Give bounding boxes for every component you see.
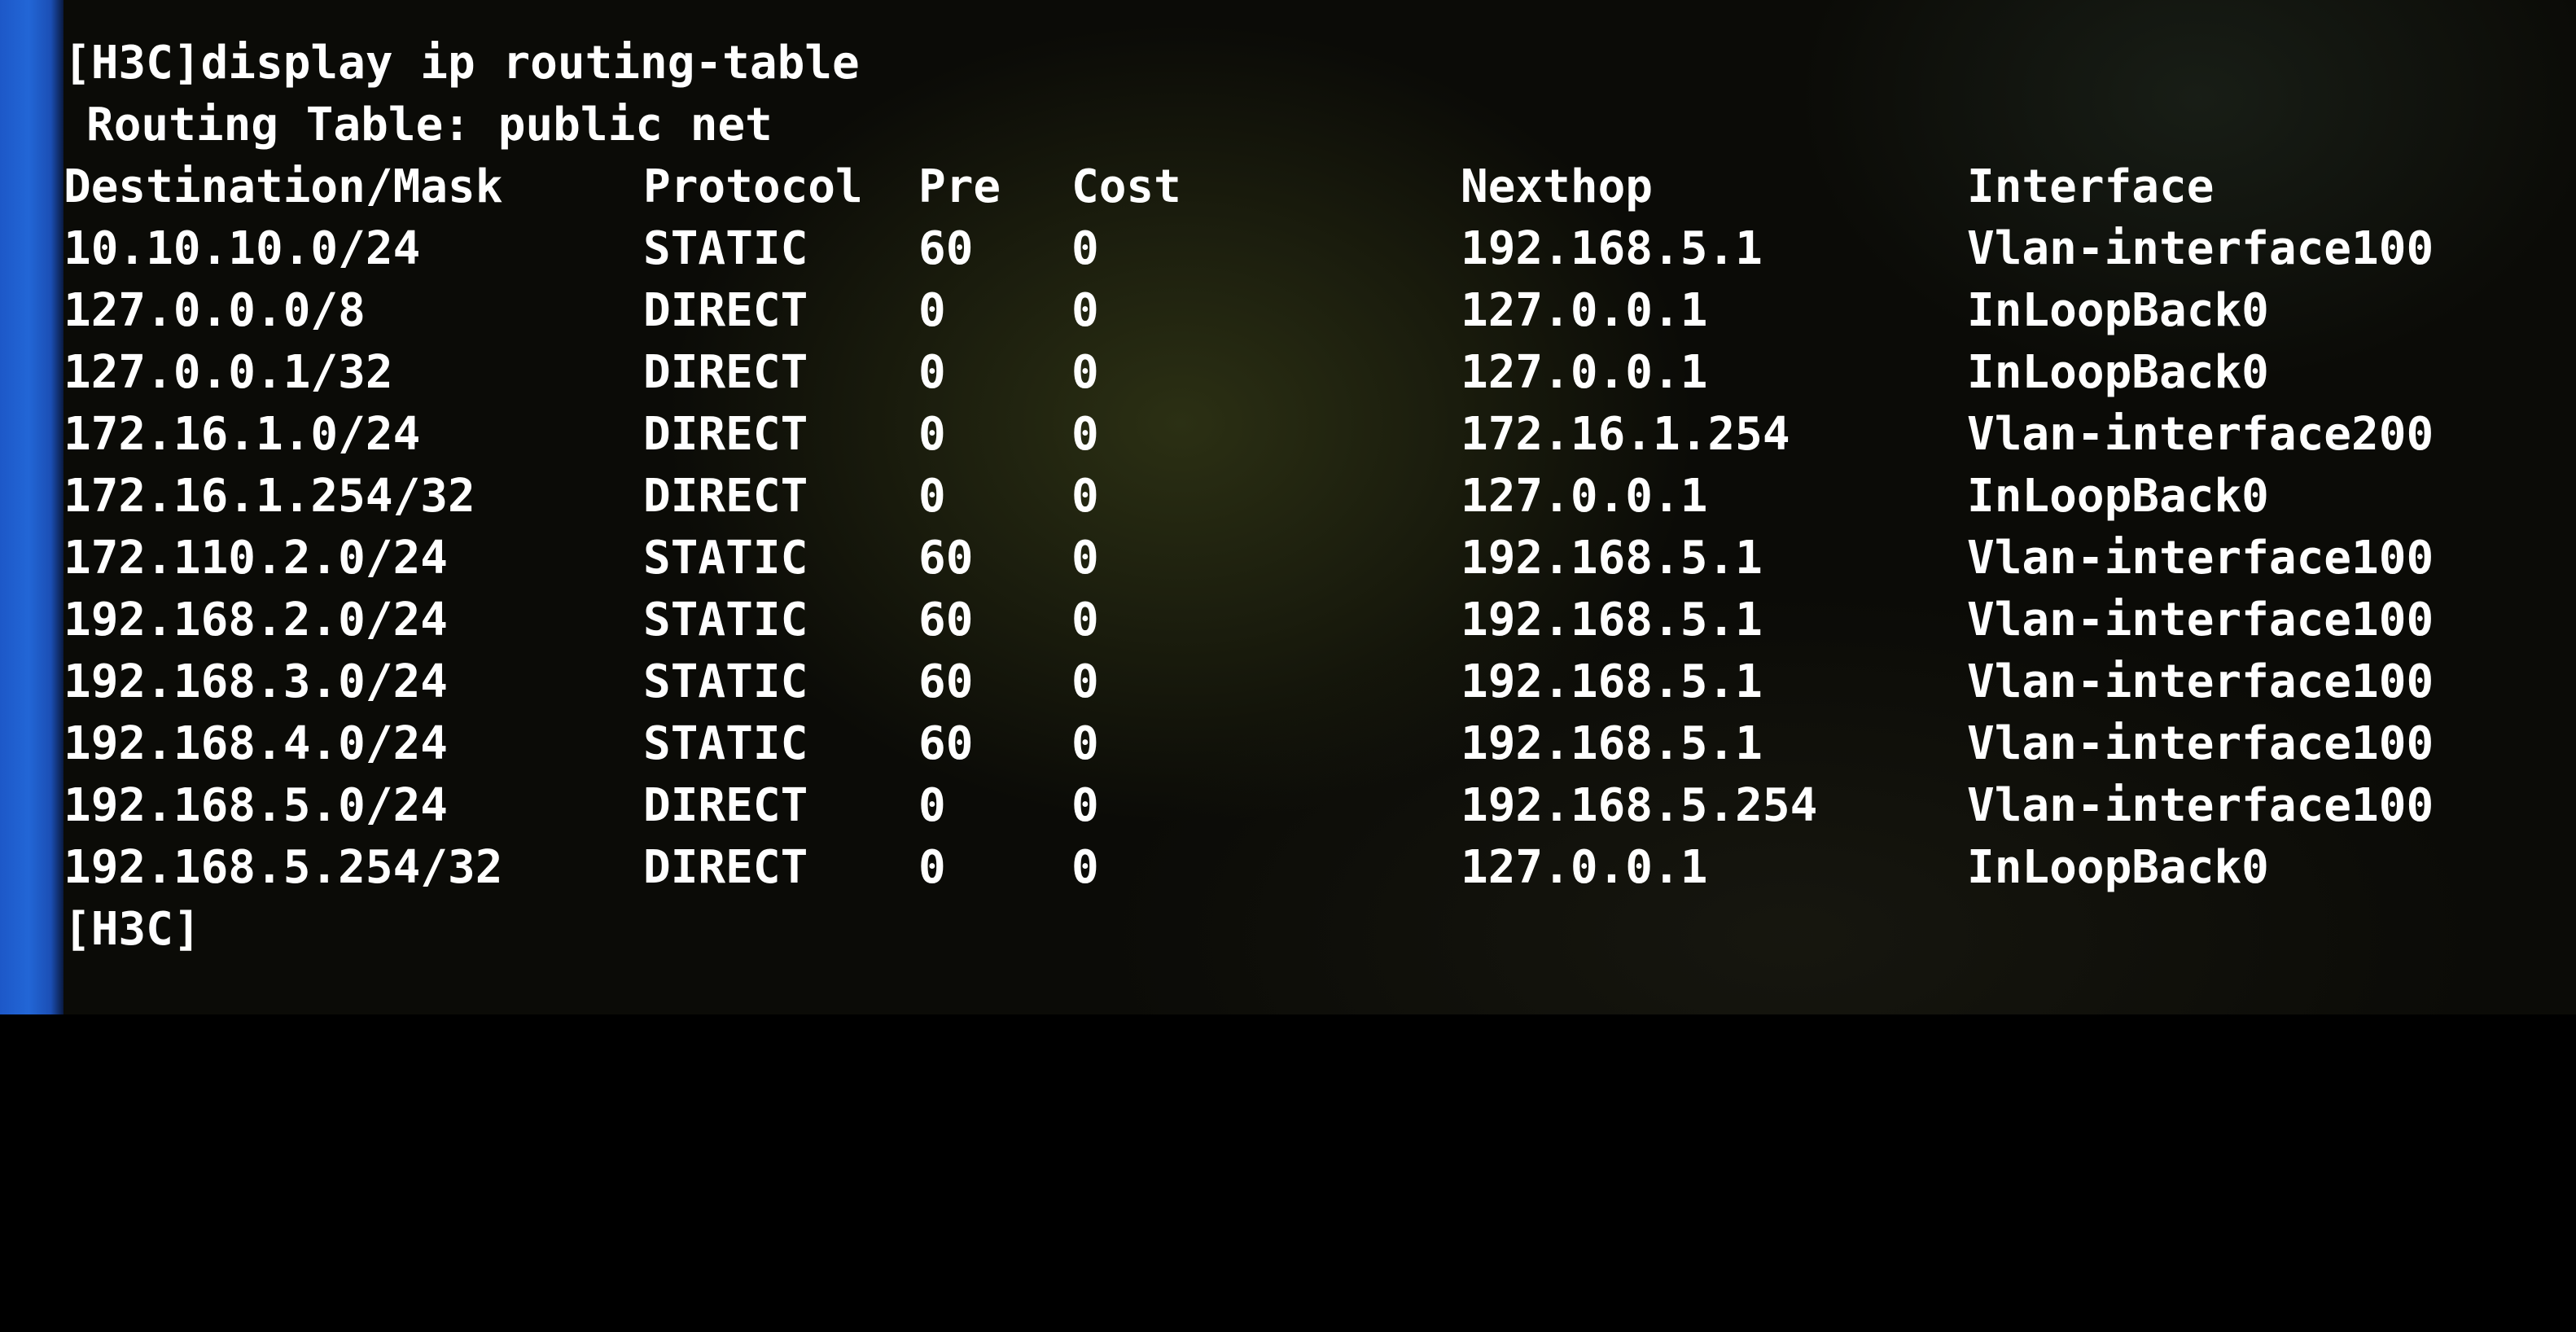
table-title: Routing Table: public net [86,99,773,151]
cell-interface: InLoopBack0 [1967,284,2269,337]
cell-pre: 60 [918,717,974,770]
cell-cost: 0 [1071,346,1099,399]
cell-interface: InLoopBack0 [1967,470,2269,523]
cell-pre: 60 [918,655,974,708]
cell-destination: 172.16.1.0/24 [64,408,421,461]
cell-interface: Vlan-interface100 [1967,222,2434,275]
cell-cost: 0 [1071,779,1099,832]
cell-nexthop: 127.0.0.1 [1461,284,1708,337]
command-prompt[interactable]: [H3C] [64,899,2539,961]
cell-destination: 10.10.10.0/24 [64,222,421,275]
cell-pre: 60 [918,594,974,646]
cell-destination: 192.168.2.0/24 [64,594,449,646]
table-row: 192.168.2.0/24 STATIC 60 0 192.168.5.1 V… [64,589,2539,651]
cell-protocol: DIRECT [643,470,808,523]
cell-destination: 192.168.3.0/24 [64,655,449,708]
table-row: 192.168.5.0/24 DIRECT 0 0 192.168.5.254 … [64,775,2539,837]
cell-interface: Vlan-interface200 [1967,408,2434,461]
cell-interface: Vlan-interface100 [1967,594,2434,646]
cell-cost: 0 [1071,655,1099,708]
cell-pre: 60 [918,222,974,275]
cell-nexthop: 172.16.1.254 [1461,408,1790,461]
terminal-window[interactable]: [H3C]display ip routing-table Routing Ta… [64,33,2539,985]
cell-protocol: DIRECT [643,841,808,894]
cell-nexthop: 127.0.0.1 [1461,346,1708,399]
cell-cost: 0 [1071,284,1099,337]
cell-interface: Vlan-interface100 [1967,532,2434,585]
cell-pre: 0 [918,841,946,894]
cell-protocol: DIRECT [643,779,808,832]
cell-pre: 0 [918,284,946,337]
cell-destination: 192.168.4.0/24 [64,717,449,770]
cell-interface: Vlan-interface100 [1967,779,2434,832]
cell-destination: 127.0.0.1/32 [64,346,393,399]
table-row: 172.16.1.0/24 DIRECT 0 0 172.16.1.254 Vl… [64,404,2539,466]
table-row: 172.16.1.254/32 DIRECT 0 0 127.0.0.1 InL… [64,466,2539,528]
cell-cost: 0 [1071,594,1099,646]
cell-pre: 0 [918,408,946,461]
cell-cost: 0 [1071,408,1099,461]
cell-destination: 192.168.5.0/24 [64,779,449,832]
cell-nexthop: 192.168.5.1 [1461,655,1763,708]
cell-protocol: STATIC [643,717,808,770]
cell-nexthop: 192.168.5.1 [1461,717,1763,770]
header-interface: Interface [1967,160,2215,213]
table-row: 192.168.3.0/24 STATIC 60 0 192.168.5.1 V… [64,651,2539,713]
cell-nexthop: 192.168.5.1 [1461,532,1763,585]
cell-nexthop: 192.168.5.1 [1461,594,1763,646]
cell-cost: 0 [1071,532,1099,585]
table-row: 10.10.10.0/24 STATIC 60 0 192.168.5.1 Vl… [64,218,2539,280]
cell-destination: 192.168.5.254/32 [64,841,503,894]
cell-nexthop: 127.0.0.1 [1461,841,1708,894]
cell-interface: Vlan-interface100 [1967,717,2434,770]
cell-cost: 0 [1071,717,1099,770]
command-line: [H3C]display ip routing-table [64,37,860,90]
cell-protocol: STATIC [643,532,808,585]
header-pre: Pre [918,160,1001,213]
header-nexthop: Nexthop [1461,160,1654,213]
cell-destination: 172.16.1.254/32 [64,470,475,523]
cell-destination: 127.0.0.0/8 [64,284,366,337]
cell-nexthop: 192.168.5.1 [1461,222,1763,275]
header-protocol: Protocol [643,160,863,213]
cell-cost: 0 [1071,841,1099,894]
table-row: 127.0.0.0/8 DIRECT 0 0 127.0.0.1 InLoopB… [64,280,2539,342]
table-row: 192.168.4.0/24 STATIC 60 0 192.168.5.1 V… [64,713,2539,775]
cell-interface: InLoopBack0 [1967,346,2269,399]
table-row: 127.0.0.1/32 DIRECT 0 0 127.0.0.1 InLoop… [64,342,2539,404]
cell-protocol: DIRECT [643,284,808,337]
cell-nexthop: 192.168.5.254 [1461,779,1818,832]
cell-pre: 0 [918,346,946,399]
cell-protocol: DIRECT [643,408,808,461]
header-destination: Destination/Mask [64,160,503,213]
cell-pre: 60 [918,532,974,585]
cell-pre: 0 [918,779,946,832]
table-row: 172.110.2.0/24 STATIC 60 0 192.168.5.1 V… [64,528,2539,589]
cell-cost: 0 [1071,470,1099,523]
monitor-screen: [H3C]display ip routing-table Routing Ta… [0,0,2576,1014]
table-header-row: Destination/Mask Protocol Pre Cost Nexth… [64,156,2539,218]
cell-protocol: STATIC [643,594,808,646]
table-row: 192.168.5.254/32 DIRECT 0 0 127.0.0.1 In… [64,837,2539,899]
cell-protocol: DIRECT [643,346,808,399]
cell-protocol: STATIC [643,222,808,275]
cell-destination: 172.110.2.0/24 [64,532,449,585]
window-edge [0,0,64,1014]
header-cost: Cost [1071,160,1181,213]
cell-protocol: STATIC [643,655,808,708]
cell-cost: 0 [1071,222,1099,275]
cell-pre: 0 [918,470,946,523]
cell-interface: Vlan-interface100 [1967,655,2434,708]
cell-nexthop: 127.0.0.1 [1461,470,1708,523]
cell-interface: InLoopBack0 [1967,841,2269,894]
